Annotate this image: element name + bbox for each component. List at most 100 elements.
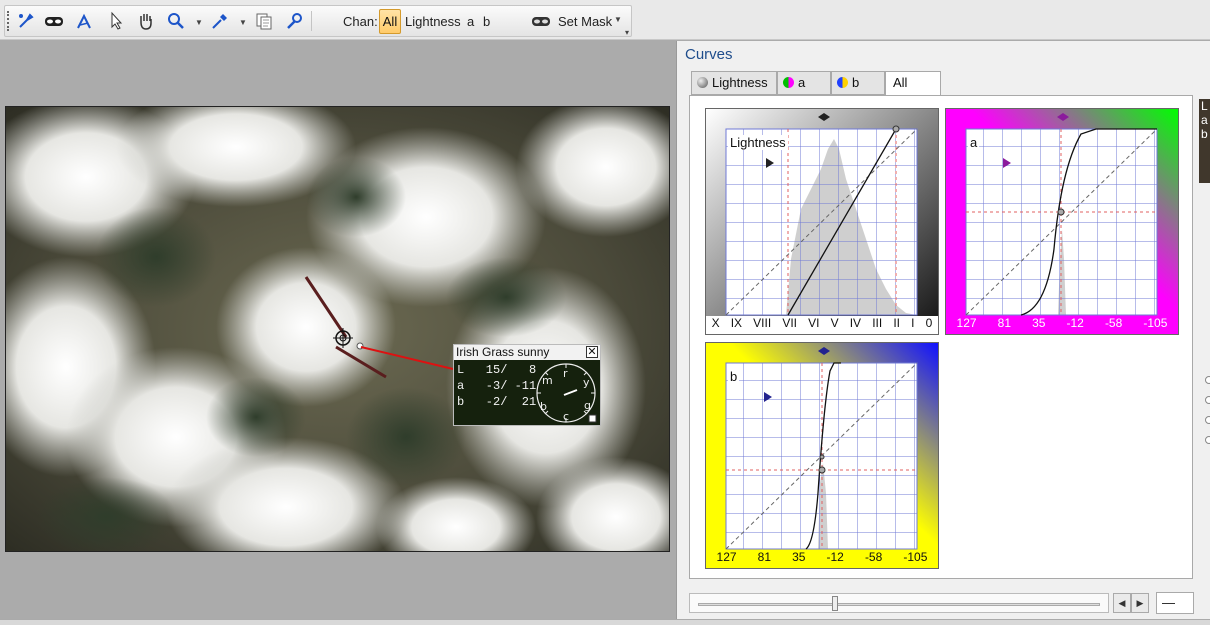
tab-lightness-label: Lightness <box>712 75 768 90</box>
b-scale: 127 81 35 -12 -58 -105 <box>706 550 938 568</box>
zone-tick: V <box>830 316 839 330</box>
side-readout-line: b <box>1201 127 1208 141</box>
toolbar-grip[interactable] <box>7 11 10 31</box>
zone-tick: II <box>893 316 900 330</box>
slider-right-button[interactable]: ▶ <box>1131 593 1149 613</box>
zone-tick: III <box>872 316 883 330</box>
zone-tick: IX <box>730 316 743 330</box>
lightness-dot-icon <box>697 77 708 88</box>
hand-icon[interactable] <box>133 9 159 33</box>
lightness-curve-label: Lightness <box>728 135 788 150</box>
slider-thumb[interactable] <box>832 596 838 611</box>
zone-tick: 0 <box>925 316 933 330</box>
a-tick: -105 <box>1143 316 1168 330</box>
b-tick: 127 <box>716 550 737 564</box>
side-radio[interactable] <box>1205 436 1210 444</box>
eyedropper-icon[interactable] <box>13 9 39 33</box>
a-tick: 127 <box>956 316 977 330</box>
sample-row-b: b -2/ 21 <box>457 395 537 409</box>
tab-lightness[interactable]: Lightness <box>691 71 777 95</box>
a-curve[interactable]: a 127 81 35 -12 -58 -105 <box>945 108 1179 335</box>
tab-all-label: All <box>893 75 908 90</box>
curves-title: Curves <box>685 46 733 63</box>
sample-title[interactable]: Irish Grass sunny <box>454 345 600 360</box>
side-radio[interactable] <box>1205 376 1210 384</box>
value-box[interactable]: — <box>1156 592 1194 614</box>
status-bar <box>0 619 1210 625</box>
tab-b[interactable]: b <box>831 71 885 95</box>
chan-all-button[interactable]: All <box>379 9 401 34</box>
chan-b-button[interactable]: b <box>483 14 490 29</box>
wrench-icon[interactable] <box>281 9 307 33</box>
sample-row-l: L 15/ 8 <box>457 363 537 377</box>
b-tick: -58 <box>864 550 883 564</box>
tab-b-label: b <box>852 75 860 90</box>
b-curve-label: b <box>728 369 740 384</box>
chan-lightness-button[interactable]: Lightness <box>405 14 461 29</box>
tab-a-label: a <box>798 75 806 90</box>
side-radio[interactable] <box>1205 416 1210 424</box>
zone-tick: IV <box>849 316 862 330</box>
slider-left-button[interactable]: ◀ <box>1113 593 1131 613</box>
side-radio[interactable] <box>1205 396 1210 404</box>
curves-slider[interactable] <box>689 593 1109 613</box>
zone-tick: X <box>711 316 720 330</box>
mask-icon[interactable] <box>41 9 67 33</box>
dial-letter-b: b <box>540 400 547 413</box>
zone-tick: VIII <box>753 316 772 330</box>
a-tick: -58 <box>1104 316 1123 330</box>
side-readout-line: a <box>1201 113 1208 127</box>
dial-letter-y: y <box>583 376 590 389</box>
b-dot-icon <box>837 77 848 88</box>
sample-callout-line <box>356 342 454 370</box>
b-tick: 81 <box>757 550 771 564</box>
side-readout: L a b <box>1199 99 1210 183</box>
set-mask-dropdown-arrow[interactable]: ▼ <box>614 15 622 24</box>
dropper-dropdown-arrow[interactable]: ▼ <box>239 18 247 27</box>
tab-a[interactable]: a <box>777 71 831 95</box>
b-curve[interactable]: b 127 81 35 -12 -58 -105 <box>705 342 939 569</box>
sample-info-panel[interactable]: Irish Grass sunny ✕ L 15/ 8 a -3/ -11 b … <box>453 344 601 426</box>
zoom-dropdown-arrow[interactable]: ▼ <box>195 18 203 27</box>
lightness-curve[interactable]: Lightness X IX VIII VII VI V IV III II I… <box>705 108 939 335</box>
curves-panel: Curves Lightness a b All Lightness X IX … <box>676 41 1210 619</box>
pointer-icon[interactable] <box>103 9 129 33</box>
toolbar: ▼ ▼ Chan: All Lightness a b Set Mask ▼ ▾ <box>0 0 1210 40</box>
zone-scale: X IX VIII VII VI V IV III II I 0 <box>706 316 938 334</box>
zone-tick: VI <box>808 316 820 330</box>
color-dial-icon: m r y b c g <box>536 363 597 423</box>
set-mask-icon[interactable] <box>528 9 554 33</box>
zone-tick: I <box>911 316 915 330</box>
zoom-icon[interactable] <box>163 9 189 33</box>
b-tick: 35 <box>792 550 806 564</box>
dropper-icon[interactable] <box>207 9 233 33</box>
chan-a-button[interactable]: a <box>467 14 474 29</box>
toolbar-separator <box>311 11 312 31</box>
dial-letter-g: g <box>584 399 591 412</box>
tab-all[interactable]: All <box>885 71 941 96</box>
side-readout-line: L <box>1201 99 1208 113</box>
curves-tab-content: Lightness X IX VIII VII VI V IV III II I… <box>689 95 1193 579</box>
zone-tick: VII <box>782 316 797 330</box>
a-tick: 81 <box>997 316 1011 330</box>
b-tick: -105 <box>903 550 928 564</box>
a-scale: 127 81 35 -12 -58 -105 <box>946 316 1178 334</box>
sample-row-a: a -3/ -11 <box>457 379 537 393</box>
dial-letter-c: c <box>563 410 569 423</box>
set-mask-button[interactable]: Set Mask <box>558 14 612 29</box>
copy-icon[interactable] <box>251 9 277 33</box>
a-curve-label: a <box>968 135 980 150</box>
dial-letter-r: r <box>563 367 568 380</box>
a-dot-icon <box>783 77 794 88</box>
toolbar-strip: ▼ ▼ Chan: All Lightness a b Set Mask ▼ ▾ <box>4 5 632 37</box>
a-tick: 35 <box>1032 316 1046 330</box>
dial-letter-m: m <box>542 374 553 387</box>
b-tick: -12 <box>826 550 844 564</box>
a-tick: -12 <box>1066 316 1084 330</box>
slider-line <box>698 603 1100 606</box>
pen-icon[interactable] <box>72 9 98 33</box>
close-icon[interactable]: ✕ <box>586 346 598 358</box>
toolbar-overflow-icon[interactable]: ▾ <box>625 28 629 37</box>
sample-target-icon[interactable] <box>333 328 353 348</box>
chan-label: Chan: <box>343 14 378 29</box>
